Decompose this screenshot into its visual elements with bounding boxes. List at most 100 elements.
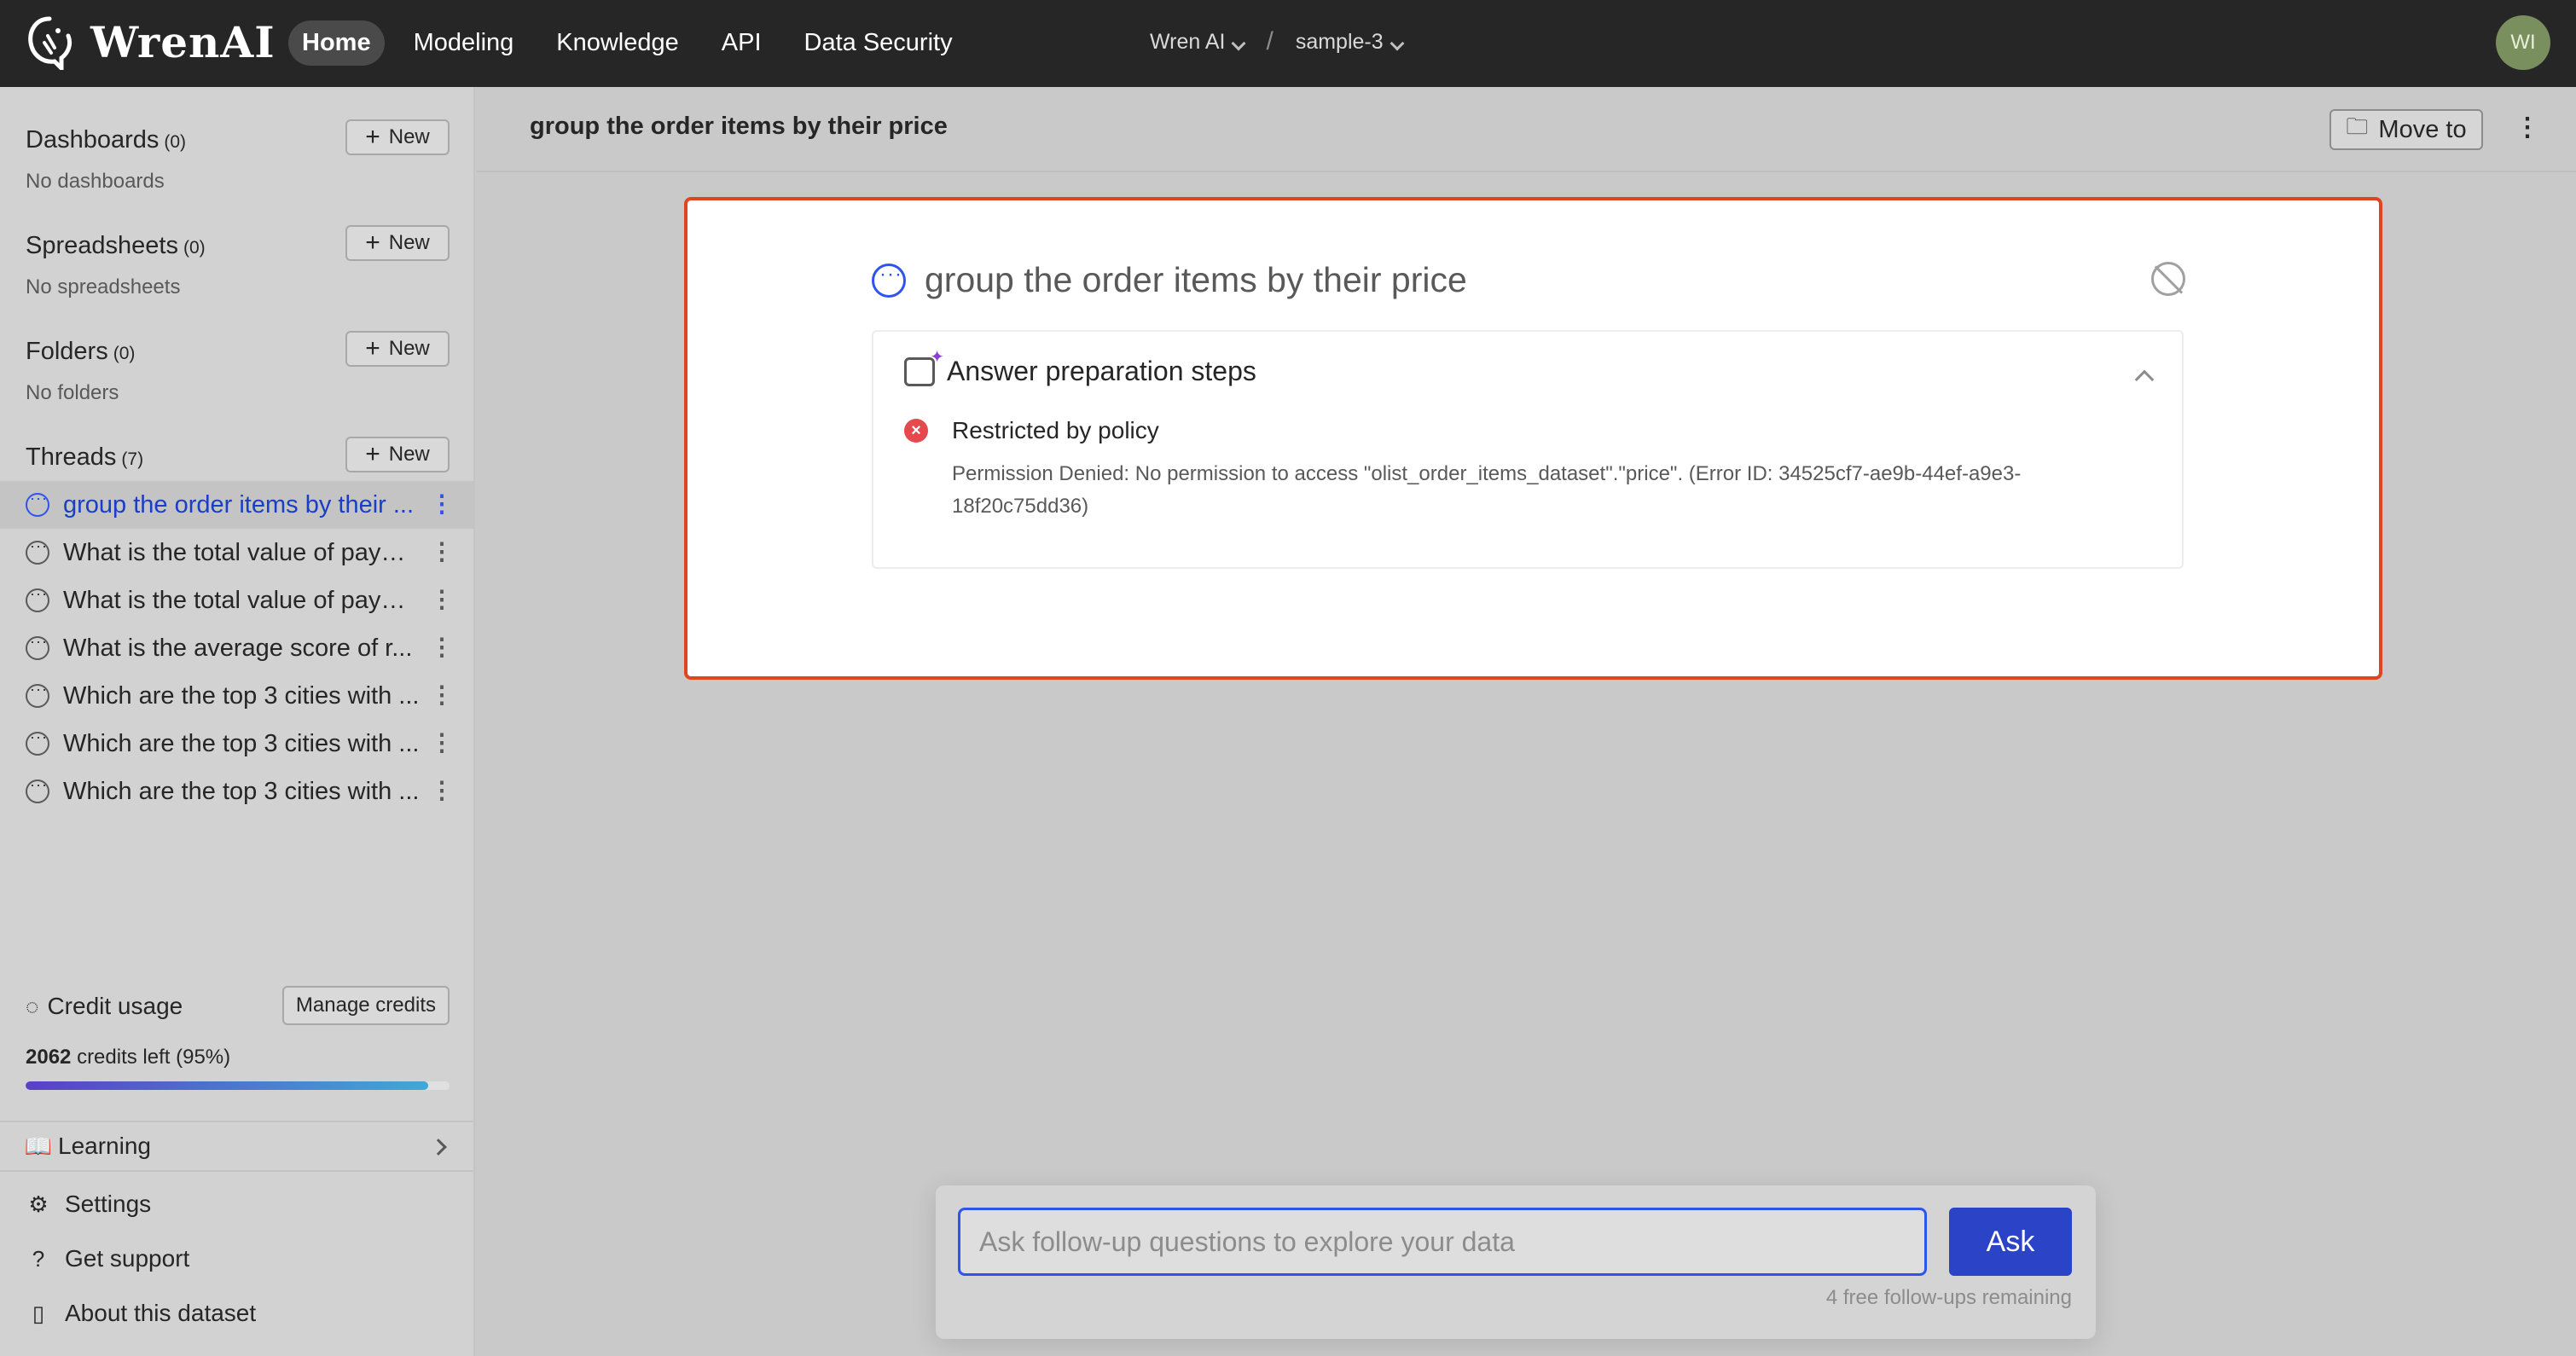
answer-preparation-steps: Answer preparation steps × Restricted by… — [872, 330, 2184, 569]
more-vertical-icon[interactable]: ⋮ — [430, 635, 454, 660]
plus-icon: + — [365, 334, 380, 362]
brand-name: WrenAI — [90, 16, 276, 67]
thread-label: group the order items by their ... — [63, 490, 415, 519]
chevron-down-icon — [1390, 36, 1405, 50]
nav-api[interactable]: API — [708, 20, 775, 66]
new-thread-button[interactable]: + New — [345, 437, 450, 472]
question-circle-icon: ? — [32, 1245, 45, 1272]
get-support-link[interactable]: ? Get support — [26, 1245, 190, 1272]
main-nav: Home Modeling Knowledge API Data Securit… — [288, 20, 966, 66]
threads-section: Threads (7) + New — [26, 437, 450, 472]
folders-title: Folders — [26, 338, 108, 365]
nav-knowledge[interactable]: Knowledge — [542, 20, 693, 66]
credit-usage-label: Credit usage — [47, 993, 183, 1019]
dashboards-title: Dashboards — [26, 126, 160, 154]
question-row: group the order items by their price — [872, 260, 1467, 300]
settings-label: Settings — [65, 1191, 152, 1217]
about-dataset-link[interactable]: ▯ About this dataset — [26, 1300, 256, 1327]
workspace-selector[interactable]: Wren AI — [1150, 29, 1246, 55]
new-folder-button[interactable]: + New — [345, 331, 450, 367]
credits-left: 2062 credits left (95%) — [26, 1046, 450, 1069]
spreadsheets-title: Spreadsheets — [26, 232, 178, 259]
follow-ups-remaining: 4 free follow-ups remaining — [1825, 1286, 2072, 1309]
error-title: Restricted by policy — [952, 417, 1159, 443]
move-to-button[interactable]: 🗀 Move to — [2329, 109, 2483, 150]
chat-bubble-icon — [26, 728, 49, 756]
folders-section: Folders (0) No folders + New — [26, 331, 450, 405]
more-vertical-icon[interactable]: ⋮ — [2515, 113, 2540, 142]
new-spreadsheet-button[interactable]: + New — [345, 225, 450, 261]
plus-icon: + — [365, 229, 380, 257]
answer-panel: group the order items by their price Ans… — [684, 197, 2382, 680]
get-support-label: Get support — [65, 1245, 190, 1272]
loading-circle-icon: ◌ — [26, 993, 39, 1019]
eye-off-icon[interactable] — [2151, 262, 2185, 296]
thread-list: group the order items by their ... ⋮ What… — [0, 481, 475, 815]
user-avatar[interactable]: WI — [2496, 15, 2550, 70]
thread-header: group the order items by their price 🗀 Mo… — [477, 87, 2576, 172]
error-step: × Restricted by policy — [904, 417, 1159, 444]
settings-link[interactable]: ⚙ Settings — [26, 1191, 151, 1218]
dashboards-count: (0) — [164, 132, 187, 152]
steps-header[interactable]: Answer preparation steps — [904, 346, 1256, 387]
nav-home[interactable]: Home — [288, 20, 385, 66]
wren-bird-icon — [28, 16, 73, 70]
thread-label: What is the total value of paym... — [63, 538, 421, 566]
threads-title: Threads — [26, 443, 117, 471]
manage-credits-button[interactable]: Manage credits — [281, 986, 450, 1025]
more-vertical-icon[interactable]: ⋮ — [430, 587, 454, 612]
nav-data-security[interactable]: Data Security — [791, 20, 966, 66]
chevron-right-icon — [430, 1139, 447, 1156]
chat-bubble-icon — [26, 681, 49, 708]
thread-label: What is the total value of paym... — [63, 586, 421, 614]
wrenai-logo[interactable]: WrenAI — [24, 14, 276, 70]
spreadsheets-empty: No spreadsheets — [26, 275, 181, 298]
thread-item[interactable]: Which are the top 3 cities with ... ⋮ — [0, 768, 475, 815]
thread-item[interactable]: Which are the top 3 cities with ... ⋮ — [0, 672, 475, 720]
chat-bubble-icon — [26, 490, 49, 517]
workspace-label: Wren AI — [1150, 29, 1226, 54]
project-label: sample-3 — [1295, 29, 1384, 54]
workspace-breadcrumb: Wren AI / sample-3 — [1150, 27, 1405, 56]
about-dataset-label: About this dataset — [65, 1300, 257, 1326]
nav-modeling[interactable]: Modeling — [400, 20, 528, 66]
sparkle-message-icon — [904, 346, 944, 386]
sidebar: Dashboards (0) No dashboards + New Spreads… — [0, 87, 475, 1356]
more-vertical-icon[interactable]: ⋮ — [430, 491, 454, 517]
error-message: Permission Denied: No permission to acce… — [952, 462, 2022, 518]
error-circle-icon: × — [904, 419, 928, 443]
learning-item[interactable]: 📖 Learning — [0, 1121, 475, 1172]
follow-up-input[interactable] — [958, 1208, 1927, 1276]
question-text: group the order items by their price — [925, 260, 1467, 299]
chevron-up-icon[interactable] — [2134, 369, 2155, 390]
more-vertical-icon[interactable]: ⋮ — [430, 539, 454, 565]
ask-button[interactable]: Ask — [1949, 1208, 2072, 1276]
steps-title: Answer preparation steps — [947, 356, 1256, 386]
thread-label: Which are the top 3 cities with ... — [63, 777, 420, 805]
plus-icon: + — [365, 123, 380, 151]
thread-label: Which are the top 3 cities with ... — [63, 681, 420, 710]
book-icon: ▯ — [32, 1300, 45, 1326]
thread-item[interactable]: group the order items by their ... ⋮ — [0, 481, 475, 529]
thread-item[interactable]: Which are the top 3 cities with ... ⋮ — [0, 720, 475, 768]
thread-label: Which are the top 3 cities with ... — [63, 729, 420, 757]
chat-bubble-icon — [26, 537, 49, 565]
book-icon: 📖 — [24, 1133, 53, 1159]
chat-bubble-icon — [872, 263, 906, 298]
dashboards-section: Dashboards (0) No dashboards + New — [26, 119, 450, 194]
thread-label: What is the average score of r... — [63, 634, 413, 662]
folders-count: (0) — [113, 344, 136, 363]
more-vertical-icon[interactable]: ⋮ — [430, 778, 454, 803]
follow-up-prompt: Ask 4 free follow-ups remaining — [936, 1185, 2096, 1339]
page-title: group the order items by their price — [530, 113, 948, 140]
new-dashboard-button[interactable]: + New — [345, 119, 450, 155]
thread-item[interactable]: What is the total value of paym... ⋮ — [0, 577, 475, 624]
top-nav-bar: WrenAI Home Modeling Knowledge API Data … — [0, 0, 2576, 87]
new-label: New — [388, 231, 430, 254]
credits-value: 2062 — [26, 1046, 72, 1069]
thread-item[interactable]: What is the average score of r... ⋮ — [0, 624, 475, 672]
project-selector[interactable]: sample-3 — [1295, 29, 1405, 55]
more-vertical-icon[interactable]: ⋮ — [430, 682, 454, 708]
thread-item[interactable]: What is the total value of paym... ⋮ — [0, 529, 475, 577]
more-vertical-icon[interactable]: ⋮ — [430, 730, 454, 756]
